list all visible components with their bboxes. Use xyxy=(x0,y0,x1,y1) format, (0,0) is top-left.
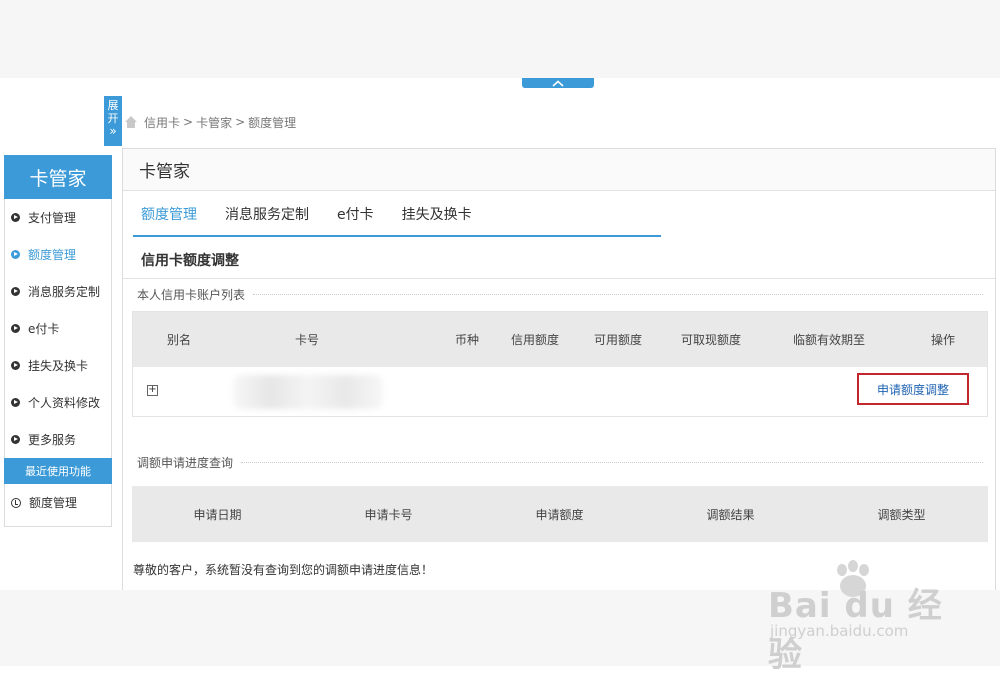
column-header: 别名 xyxy=(166,333,191,347)
divider xyxy=(241,461,983,463)
progress-table: 申请日期 申请卡号 申请额度 调额结果 调额类型 xyxy=(132,486,988,542)
sidebar-item-label: 个人资料修改 xyxy=(28,396,101,410)
play-bullet-icon xyxy=(11,287,20,296)
tab-notifications[interactable]: 消息服务定制 xyxy=(217,204,309,230)
chevron-up-icon xyxy=(552,79,564,87)
sidebar-item-more[interactable]: 更多服务 xyxy=(5,421,111,458)
home-icon[interactable] xyxy=(124,115,138,129)
baidu-watermark: Bai du 经验 jingyan.baidu.com xyxy=(768,560,968,675)
double-chevron-icon: » xyxy=(109,124,117,138)
play-bullet-icon xyxy=(11,213,20,222)
column-header: 信用额度 xyxy=(510,333,559,347)
progress-table-header: 申请日期 申请卡号 申请额度 调额结果 调额类型 xyxy=(132,486,988,542)
play-bullet-icon xyxy=(11,250,20,259)
table-row: + 申请额度调整 xyxy=(133,367,987,415)
sidebar: 卡管家 支付管理 额度管理 消息服务定制 e付卡 挂失及换卡 个人资料修改 更多… xyxy=(4,155,112,527)
sidebar-item-profile[interactable]: 个人资料修改 xyxy=(5,384,111,421)
breadcrumb-item[interactable]: 卡管家 xyxy=(196,114,232,131)
breadcrumb: 信用卡 > 卡管家 > 额度管理 xyxy=(124,113,296,131)
column-header: 申请额度 xyxy=(535,507,584,522)
main-panel: 卡管家 额度管理 消息服务定制 e付卡 挂失及换卡 信用卡额度调整 本人信用卡账… xyxy=(122,148,996,590)
recent-item-limit[interactable]: 额度管理 xyxy=(5,484,111,521)
tab-limit[interactable]: 额度管理 xyxy=(133,204,197,230)
column-header: 调额结果 xyxy=(706,507,755,522)
page-title: 卡管家 xyxy=(123,149,995,191)
breadcrumb-separator: > xyxy=(235,115,246,129)
tab-bar: 额度管理 消息服务定制 e付卡 挂失及换卡 xyxy=(133,199,661,237)
apply-limit-adjust-link[interactable]: 申请额度调整 xyxy=(857,373,969,405)
collapse-header-button[interactable] xyxy=(522,78,594,88)
expand-label-1: 展 xyxy=(107,99,119,112)
recent-header: 最近使用功能 xyxy=(4,458,112,484)
column-header: 申请日期 xyxy=(193,507,242,522)
breadcrumb-item[interactable]: 信用卡 xyxy=(144,114,180,131)
expand-plus-icon[interactable]: + xyxy=(147,385,158,396)
play-bullet-icon xyxy=(11,324,20,333)
progress-subtitle: 调额申请进度查询 xyxy=(137,454,983,470)
accounts-subtitle: 本人信用卡账户列表 xyxy=(137,286,983,302)
column-header: 可取现额度 xyxy=(680,333,741,347)
play-bullet-icon xyxy=(11,435,20,444)
breadcrumb-item: 额度管理 xyxy=(248,115,297,130)
sidebar-item-epay[interactable]: e付卡 xyxy=(5,310,111,347)
tab-report-loss[interactable]: 挂失及换卡 xyxy=(394,204,472,230)
sidebar-item-limit[interactable]: 额度管理 xyxy=(5,236,111,273)
top-band xyxy=(0,0,1000,78)
column-header: 申请卡号 xyxy=(364,507,413,522)
column-header: 调额类型 xyxy=(877,507,926,522)
sidebar-item-label: e付卡 xyxy=(28,322,60,336)
progress-subtitle-text: 调额申请进度查询 xyxy=(137,455,234,470)
divider xyxy=(253,293,983,295)
expand-sidebar-button[interactable]: 展 开 » xyxy=(104,96,122,146)
sidebar-item-label: 支付管理 xyxy=(28,211,77,225)
breadcrumb-separator: > xyxy=(183,115,194,129)
masked-card-number xyxy=(233,375,383,409)
play-bullet-icon xyxy=(11,361,20,370)
sidebar-title: 卡管家 xyxy=(4,155,112,199)
sidebar-item-report-loss[interactable]: 挂失及换卡 xyxy=(5,347,111,384)
accounts-table: 别名 卡号 币种 信用额度 可用额度 可取现额度 临额有效期至 操作 + 申请额… xyxy=(132,311,988,417)
recent-item-label: 额度管理 xyxy=(29,496,78,510)
sidebar-item-payment[interactable]: 支付管理 xyxy=(5,199,111,236)
column-header: 可用额度 xyxy=(593,333,642,347)
play-bullet-icon xyxy=(11,398,20,407)
column-header: 卡号 xyxy=(294,333,319,347)
sidebar-item-notifications[interactable]: 消息服务定制 xyxy=(5,273,111,310)
sidebar-item-label: 消息服务定制 xyxy=(28,285,101,299)
sidebar-item-label: 挂失及换卡 xyxy=(28,359,89,373)
watermark-url: jingyan.baidu.com xyxy=(770,622,909,640)
section-title: 信用卡额度调整 xyxy=(123,241,995,279)
clock-icon xyxy=(11,497,21,508)
empty-message: 尊敬的客户，系统暂没有查询到您的调额申请进度信息！ xyxy=(133,563,434,577)
accounts-table-header: 别名 卡号 币种 信用额度 可用额度 可取现额度 临额有效期至 操作 xyxy=(133,312,987,367)
column-header: 币种 xyxy=(454,333,479,347)
column-header: 操作 xyxy=(930,333,955,347)
sidebar-item-label: 更多服务 xyxy=(28,433,77,447)
sidebar-item-label: 额度管理 xyxy=(28,248,77,262)
tab-epay[interactable]: e付卡 xyxy=(329,204,374,230)
accounts-subtitle-text: 本人信用卡账户列表 xyxy=(137,287,246,302)
column-header: 临额有效期至 xyxy=(792,333,865,347)
